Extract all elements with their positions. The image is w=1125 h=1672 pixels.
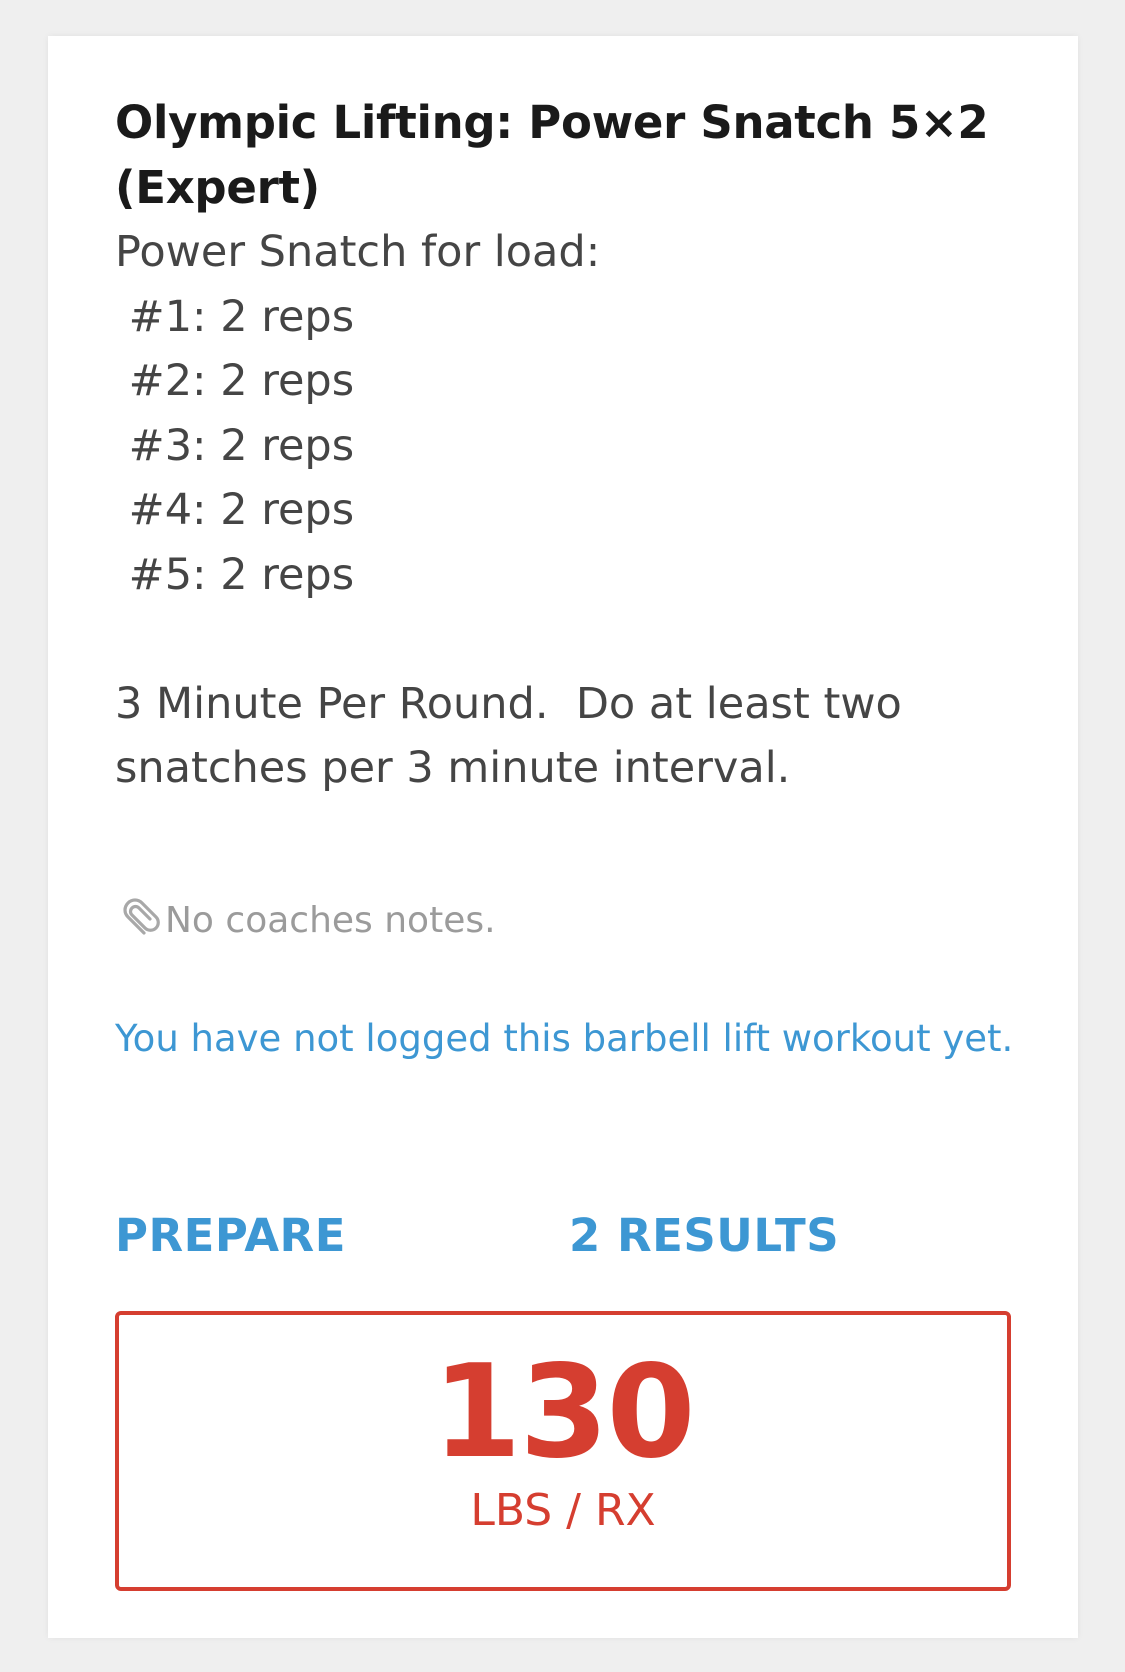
workout-card: Olympic Lifting: Power Snatch 5×2 (Exper… (48, 36, 1078, 1638)
prepare-button[interactable]: PREPARE (115, 1201, 346, 1271)
workout-title: Olympic Lifting: Power Snatch 5×2 (Exper… (115, 96, 989, 214)
results-button[interactable]: 2 RESULTS (569, 1201, 839, 1271)
workout-description: Power Snatch for load: #1: 2 reps #2: 2 … (115, 220, 1015, 801)
description-line: #5: 2 reps (115, 549, 355, 600)
description-line: #2: 2 reps (115, 356, 355, 406)
description-line: #4: 2 reps (115, 485, 355, 535)
log-status-message: You have not logged this barbell lift wo… (115, 1017, 1014, 1060)
workout-instructions: 3 Minute Per Round. Do at least two snat… (115, 678, 916, 794)
coach-notes-text: No coaches notes. (165, 899, 496, 941)
description-line: #1: 2 reps (115, 291, 355, 342)
result-value: 130 (432, 1338, 695, 1487)
description-line: Power Snatch for load: (115, 227, 601, 277)
description-spacer (115, 607, 1015, 672)
paperclip-icon (115, 896, 161, 944)
coach-notes: No coaches notes. (115, 894, 496, 946)
result-score-box[interactable]: 130 LBS / RX (115, 1311, 1011, 1591)
description-line: #3: 2 reps (115, 420, 355, 471)
result-unit: LBS / RX (470, 1485, 656, 1536)
